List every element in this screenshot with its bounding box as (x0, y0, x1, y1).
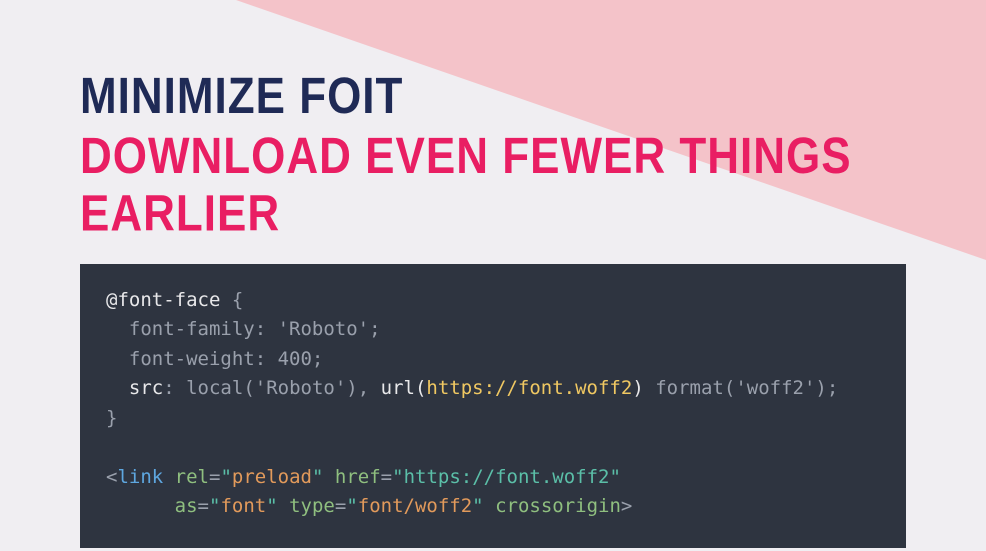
font-weight-prop: font-weight: (106, 348, 278, 370)
attr-href: href (335, 466, 381, 488)
href-val: https://font.woff2 (404, 466, 610, 488)
semi: ; (369, 318, 380, 340)
rel-val: preload (232, 466, 312, 488)
slide-content: MINIMIZE FOIT DOWNLOAD EVEN FEWER THINGS… (0, 0, 986, 548)
heading-line-1: MINIMIZE FOIT (80, 68, 906, 126)
quote: " (220, 466, 231, 488)
src-indent (106, 377, 129, 399)
angle-open: < (106, 466, 117, 488)
quote: " (392, 466, 403, 488)
colon: : (163, 377, 186, 399)
format-arg: 'woff2' (735, 377, 815, 399)
url-fn: url (381, 377, 415, 399)
tag-name: link (117, 466, 163, 488)
quote: " (266, 495, 277, 517)
brace-close: } (106, 407, 117, 429)
attr-rel: rel (175, 466, 209, 488)
format-fn: format (655, 377, 724, 399)
eq: = (209, 466, 220, 488)
space (484, 495, 495, 517)
space (163, 466, 174, 488)
semi: ; (827, 377, 838, 399)
font-family-val: 'Roboto' (278, 318, 370, 340)
attr-as: as (175, 495, 198, 517)
eq: = (381, 466, 392, 488)
paren-close: ) (346, 377, 357, 399)
comma: , (358, 377, 381, 399)
brace-open: { (220, 289, 243, 311)
quote: " (346, 495, 357, 517)
eq: = (335, 495, 346, 517)
font-family-prop: font-family: (106, 318, 278, 340)
quote: " (209, 495, 220, 517)
angle-close: > (621, 495, 632, 517)
as-val: font (220, 495, 266, 517)
quote: " (312, 466, 323, 488)
heading-line-2: DOWNLOAD EVEN FEWER THINGS EARLIER (80, 128, 906, 243)
paren-open: ( (415, 377, 426, 399)
space (323, 466, 334, 488)
quote: " (472, 495, 483, 517)
space (278, 495, 289, 517)
eq: = (198, 495, 209, 517)
paren-open: ( (243, 377, 254, 399)
semi: ; (312, 348, 323, 370)
attr-type: type (289, 495, 335, 517)
src-prop: src (129, 377, 163, 399)
local-arg: 'Roboto' (255, 377, 347, 399)
font-weight-val: 400 (278, 348, 312, 370)
indent (106, 495, 175, 517)
paren-close: ) (632, 377, 643, 399)
paren-close: ) (815, 377, 826, 399)
local-fn: local (186, 377, 243, 399)
url-arg: https://font.woff2 (426, 377, 632, 399)
type-val: font/woff2 (358, 495, 472, 517)
paren-open: ( (724, 377, 735, 399)
attr-crossorigin: crossorigin (495, 495, 621, 517)
code-block: @font-face { font-family: 'Roboto'; font… (80, 264, 906, 548)
quote: " (609, 466, 620, 488)
css-at-rule: @font-face (106, 289, 220, 311)
space (644, 377, 655, 399)
